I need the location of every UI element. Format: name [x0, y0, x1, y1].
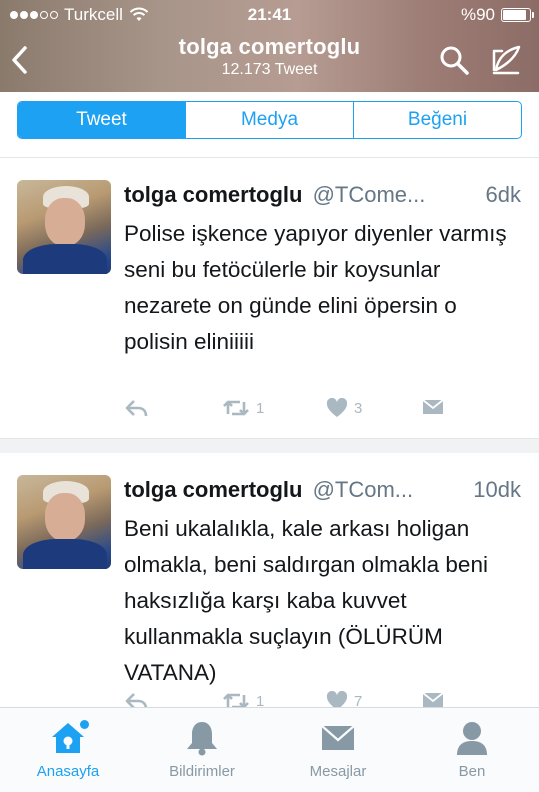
direct-message-button[interactable]: [422, 691, 444, 707]
retweet-count: 1: [256, 399, 265, 417]
compose-button[interactable]: [488, 42, 524, 78]
profile-header: Turkcell 21:41 %90 tolga comertoglu 12.1…: [0, 0, 539, 92]
tweet-handle: @TCom...: [312, 477, 414, 502]
tweet-header: tolga comertoglu @TCome... 6dk: [124, 182, 524, 208]
envelope-icon: [422, 399, 444, 414]
tab-notifications-label: Bildirimler: [169, 763, 235, 780]
like-button[interactable]: 3: [326, 398, 362, 418]
like-count: 3: [354, 399, 363, 417]
tweet-text: Polise işkence yapıyor diyenler varmış s…: [124, 221, 507, 354]
battery-status: %90: [460, 5, 534, 25]
direct-message-button[interactable]: [422, 398, 444, 416]
user-icon: [412, 718, 532, 758]
avatar[interactable]: [17, 475, 111, 569]
bottom-tab-bar: Anasayfa Bildirimler Mesajlar Ben: [0, 707, 539, 792]
status-bar: Turkcell 21:41 %90: [0, 0, 539, 30]
envelope-icon: [278, 718, 398, 758]
tab-home-label: Anasayfa: [36, 763, 100, 780]
retweet-count: 1: [256, 692, 265, 708]
clock: 21:41: [247, 5, 292, 24]
search-icon: [440, 46, 469, 75]
tab-media[interactable]: Medya: [186, 102, 354, 138]
tab-notifications[interactable]: Bildirimler: [142, 718, 262, 780]
profile-tabs-bar: Tweet Medya Beğeni: [0, 92, 539, 158]
tab-home[interactable]: Anasayfa: [8, 718, 128, 780]
heart-icon: [326, 398, 348, 417]
battery-percent: %90: [460, 5, 495, 24]
tweet-item[interactable]: tolga comertoglu @TCom... 10dk Beni ukal…: [0, 453, 539, 707]
avatar[interactable]: [17, 180, 111, 274]
tweet-handle: @TCome...: [312, 182, 426, 207]
tweet-author[interactable]: tolga comertoglu: [124, 182, 302, 207]
tab-me-label: Ben: [458, 763, 486, 780]
tab-tweets[interactable]: Tweet: [18, 102, 186, 138]
retweet-icon: [223, 400, 249, 416]
tweet-header: tolga comertoglu @TCom... 10dk: [124, 477, 524, 503]
compose-icon: [492, 45, 521, 75]
notification-dot: [80, 720, 89, 729]
retweet-button[interactable]: 1: [222, 691, 264, 707]
retweet-button[interactable]: 1: [222, 398, 264, 418]
tweet-age: 10dk: [473, 477, 521, 502]
tweet-item[interactable]: tolga comertoglu @TCome... 6dk Polise iş…: [0, 158, 539, 440]
reply-button[interactable]: [124, 691, 148, 707]
tweet-author[interactable]: tolga comertoglu: [124, 477, 302, 502]
segmented-control: Tweet Medya Beğeni: [17, 101, 522, 139]
reply-icon: [125, 693, 148, 707]
like-button[interactable]: 7: [326, 691, 362, 707]
bell-icon: [142, 718, 262, 758]
heart-icon: [326, 691, 348, 707]
like-count: 7: [354, 692, 363, 708]
tweet-age: 6dk: [485, 182, 521, 207]
reply-icon: [125, 400, 148, 417]
search-button[interactable]: [436, 42, 472, 78]
tab-likes[interactable]: Beğeni: [354, 102, 521, 138]
envelope-icon: [422, 692, 444, 707]
retweet-icon: [223, 693, 249, 707]
tab-me[interactable]: Ben: [412, 718, 532, 780]
tweet-actions: 1 7: [124, 691, 454, 707]
tab-messages[interactable]: Mesajlar: [278, 718, 398, 780]
tab-messages-label: Mesajlar: [309, 763, 367, 780]
tweet-actions: 1 3: [124, 398, 454, 422]
battery-icon: [501, 8, 534, 22]
home-icon: [8, 718, 128, 758]
reply-button[interactable]: [124, 398, 148, 418]
tweet-text: Beni ukalalıkla, kale arkası holigan olm…: [124, 516, 488, 685]
title-bar: tolga comertoglu 12.173 Tweet: [0, 30, 539, 90]
